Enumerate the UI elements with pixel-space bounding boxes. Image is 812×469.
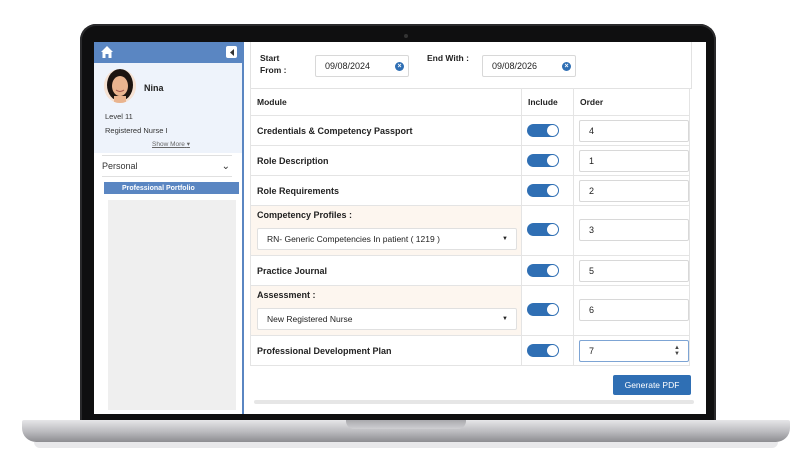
module-header: Module <box>257 97 287 107</box>
order-value: 3 <box>589 225 595 235</box>
horizontal-scrollbar[interactable] <box>254 400 694 404</box>
include-header: Include <box>528 97 558 107</box>
order-input[interactable]: 5 <box>579 260 689 282</box>
generate-pdf-button[interactable]: Generate PDF <box>613 375 691 395</box>
include-toggle[interactable] <box>527 184 559 197</box>
sidebar-item-professional-portfolio[interactable]: Professional Portfolio <box>104 182 239 194</box>
order-input[interactable]: 6 <box>579 299 689 321</box>
order-value: 6 <box>589 305 595 315</box>
sidebar-item-label: Professional Portfolio <box>122 184 195 192</box>
chevron-left-icon <box>229 48 234 56</box>
module-name: Practice Journal <box>257 266 328 276</box>
assessment-value: New Registered Nurse <box>267 314 353 324</box>
home-icon[interactable] <box>100 45 114 59</box>
module-name: Professional Development Plan <box>257 346 392 356</box>
table-row: Competency Profiles : RN- Generic Compet… <box>250 206 690 256</box>
assessment-select[interactable]: New Registered Nurse ▼ <box>257 308 517 330</box>
include-toggle[interactable] <box>527 223 559 236</box>
module-name: Competency Profiles : <box>257 210 353 220</box>
caret-down-icon: ▼ <box>502 236 508 242</box>
table-header: Module Include Order <box>250 88 690 116</box>
include-toggle[interactable] <box>527 303 559 316</box>
module-name: Assessment : <box>257 290 316 300</box>
laptop-shadow <box>34 442 778 448</box>
order-input[interactable]: 7 ▲ ▼ <box>579 340 689 362</box>
sidebar-topbar <box>94 42 242 63</box>
modules-table: Module Include Order Credentials & Compe… <box>250 88 690 366</box>
order-input[interactable]: 1 <box>579 150 689 172</box>
table-row: Professional Development Plan 7 ▲ ▼ <box>250 336 690 366</box>
module-name: Role Description <box>257 156 329 166</box>
end-date-label: End With : <box>427 53 469 63</box>
camera <box>404 34 408 38</box>
sidebar-panel <box>108 200 236 410</box>
start-date-field[interactable]: 09/08/2024 × <box>315 55 409 77</box>
profile-card: Nina Level 11 Registered Nurse I Show Mo… <box>94 63 242 153</box>
table-row: Assessment : New Registered Nurse ▼ 6 <box>250 286 690 336</box>
user-role: Registered Nurse I <box>105 126 168 135</box>
competency-profile-select[interactable]: RN- Generic Competencies In patient ( 12… <box>257 228 517 250</box>
order-value: 4 <box>589 126 595 136</box>
user-name: Nina <box>144 83 164 93</box>
end-date-value: 09/08/2026 <box>492 61 538 71</box>
include-toggle[interactable] <box>527 264 559 277</box>
main-content: Start From : 09/08/2024 × End With : 09/… <box>250 42 706 414</box>
include-toggle[interactable] <box>527 344 559 357</box>
order-value: 2 <box>589 186 595 196</box>
start-date-value: 09/08/2024 <box>325 61 371 71</box>
show-more-label: Show More <box>152 141 185 148</box>
app-screen: Nina Level 11 Registered Nurse I Show Mo… <box>94 42 706 414</box>
avatar[interactable] <box>104 69 136 103</box>
table-row: Credentials & Competency Passport 4 <box>250 116 690 146</box>
collapse-sidebar-button[interactable] <box>226 46 237 58</box>
generate-pdf-label: Generate PDF <box>624 380 680 390</box>
date-range: Start From : 09/08/2024 × End With : 09/… <box>250 42 692 89</box>
module-name: Role Requirements <box>257 186 340 196</box>
section-dropdown-value: Personal <box>102 161 138 171</box>
order-value: 5 <box>589 266 595 276</box>
start-date-label: Start From : <box>260 53 287 75</box>
include-toggle[interactable] <box>527 124 559 137</box>
module-name: Credentials & Competency Passport <box>257 126 413 136</box>
chevron-down-icon: ⌄ <box>221 160 230 172</box>
order-value: 7 <box>589 346 595 356</box>
competency-profile-value: RN- Generic Competencies In patient ( 12… <box>267 234 440 244</box>
table-row: Role Requirements 2 <box>250 176 690 206</box>
include-toggle[interactable] <box>527 154 559 167</box>
show-more-link[interactable]: Show More ▾ <box>152 140 190 148</box>
laptop-notch <box>346 420 466 429</box>
order-input[interactable]: 2 <box>579 180 689 202</box>
caret-down-icon: ▼ <box>502 316 508 322</box>
order-input[interactable]: 4 <box>579 120 689 142</box>
order-header: Order <box>580 97 604 107</box>
clear-icon[interactable]: × <box>562 62 571 71</box>
table-row: Practice Journal 5 <box>250 256 690 286</box>
chevron-down-icon: ▾ <box>186 141 190 148</box>
user-level: Level 11 <box>105 112 133 121</box>
section-dropdown[interactable]: Personal ⌄ <box>102 155 232 177</box>
table-row: Role Description 1 <box>250 146 690 176</box>
clear-icon[interactable]: × <box>395 62 404 71</box>
end-date-field[interactable]: 09/08/2026 × <box>482 55 576 77</box>
order-input[interactable]: 3 <box>579 219 689 241</box>
spinner-icon[interactable]: ▲ ▼ <box>674 345 680 357</box>
order-value: 1 <box>589 156 595 166</box>
sidebar: Nina Level 11 Registered Nurse I Show Mo… <box>94 42 244 414</box>
